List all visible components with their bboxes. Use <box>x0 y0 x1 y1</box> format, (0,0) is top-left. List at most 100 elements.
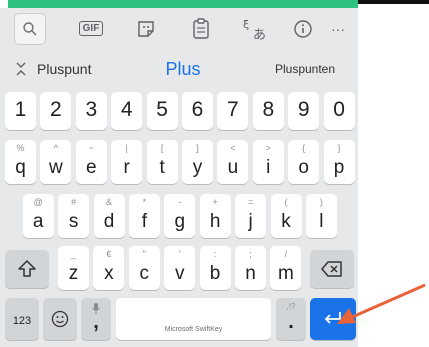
key-symbol: ^ <box>53 143 58 153</box>
key-label: z <box>68 263 79 284</box>
key-2[interactable]: 2 <box>40 92 72 130</box>
collapse-suggestions-button[interactable] <box>8 52 34 86</box>
key-label: 3 <box>85 98 98 121</box>
symbols-key-label: 123 <box>12 315 32 327</box>
key-symbol: ; <box>249 249 252 259</box>
key-symbol: / <box>284 249 288 259</box>
search-button[interactable] <box>14 8 46 49</box>
gif-icon: GIF <box>78 21 104 36</box>
key-symbol: " <box>142 249 146 259</box>
key-y[interactable]: ] y <box>182 140 213 184</box>
suggestion-center[interactable]: Plus <box>143 52 223 86</box>
enter-key[interactable] <box>310 298 356 340</box>
key-9[interactable]: 9 <box>288 92 320 130</box>
key-s[interactable]: # s <box>58 194 90 238</box>
key-symbol: _ <box>70 249 76 259</box>
key-label: x <box>104 263 114 284</box>
key-label: m <box>277 263 294 284</box>
comma-key[interactable]: , <box>81 298 111 340</box>
clipboard-button[interactable] <box>186 8 216 49</box>
key-symbol: + <box>212 197 218 207</box>
sticker-icon <box>138 20 154 37</box>
gif-button[interactable]: GIF <box>76 8 106 49</box>
key-a[interactable]: @ a <box>22 194 54 238</box>
key-label: v <box>174 263 185 284</box>
period-key-sub: ,!? <box>286 302 296 311</box>
key-label: 7 <box>227 98 239 121</box>
suggestion-left[interactable]: Pluspunt <box>37 52 117 86</box>
key-1[interactable]: 1 <box>5 92 36 130</box>
key-symbol: : <box>213 249 217 259</box>
translator-button[interactable]: ξ あ <box>240 8 270 49</box>
info-icon <box>294 19 312 38</box>
key-d[interactable]: & d <box>93 194 125 238</box>
key-label: 0 <box>333 98 345 121</box>
suggestion-right[interactable]: Pluspunten <box>255 52 355 86</box>
key-symbol: * <box>142 197 147 207</box>
key-f[interactable]: * f <box>128 194 160 238</box>
more-button[interactable]: ··· <box>318 8 358 49</box>
sticker-button[interactable] <box>131 8 161 49</box>
emoji-key[interactable] <box>43 298 77 340</box>
key-b[interactable]: :b <box>199 246 231 290</box>
clipboard-icon <box>193 17 209 39</box>
suggestion-bar: Pluspunt Plus Pluspunten <box>0 52 358 86</box>
key-label: t <box>159 157 165 178</box>
key-o[interactable]: {o <box>288 140 320 184</box>
key-symbol: ' <box>178 249 181 259</box>
key-label: d <box>103 211 115 232</box>
key-symbol: ~ <box>88 143 94 153</box>
key-8[interactable]: 8 <box>252 92 284 130</box>
key-l[interactable]: ) l <box>305 194 337 238</box>
key-label: 2 <box>50 98 62 121</box>
key-4[interactable]: 4 <box>111 92 143 130</box>
key-p[interactable]: } p <box>323 140 355 184</box>
key-label: k <box>281 211 291 232</box>
key-u[interactable]: < u <box>217 140 249 184</box>
key-g[interactable]: -g <box>164 194 196 238</box>
space-bar[interactable]: Microsoft SwiftKey <box>116 298 271 340</box>
key-3[interactable]: 3 <box>75 92 107 130</box>
key-j[interactable]: = j <box>235 194 267 238</box>
space-bar-label: Microsoft SwiftKey <box>164 326 223 333</box>
shift-key[interactable] <box>5 250 49 288</box>
more-icon: ··· <box>331 20 345 37</box>
key-symbol: @ <box>33 197 43 207</box>
search-icon <box>14 12 46 45</box>
period-key[interactable]: ,!? . <box>276 298 306 340</box>
key-r[interactable]: | r <box>111 140 143 184</box>
emoji-icon <box>51 310 69 328</box>
key-label: g <box>174 211 186 232</box>
key-label: a <box>32 211 44 232</box>
key-5[interactable]: 5 <box>146 92 178 130</box>
key-label: 8 <box>262 98 275 121</box>
key-6[interactable]: 6 <box>182 92 213 130</box>
key-label: 1 <box>14 98 27 121</box>
key-x[interactable]: € x <box>93 246 125 290</box>
key-k[interactable]: (k <box>270 194 302 238</box>
key-symbol: ] <box>196 143 199 153</box>
key-0[interactable]: 0 <box>323 92 355 130</box>
key-h[interactable]: + h <box>199 194 231 238</box>
key-m[interactable]: / m <box>270 246 302 290</box>
key-n[interactable]: ; n <box>235 246 266 290</box>
key-label: n <box>245 263 256 284</box>
key-label: i <box>266 157 271 178</box>
key-symbol: # <box>71 197 77 207</box>
symbols-key[interactable]: 123 <box>5 298 39 340</box>
key-z[interactable]: _ z <box>58 246 89 290</box>
backspace-key[interactable] <box>310 250 354 288</box>
key-label: p <box>333 157 345 178</box>
key-t[interactable]: [t <box>146 140 178 184</box>
key-i[interactable]: > i <box>252 140 284 184</box>
key-symbol: € <box>106 249 112 259</box>
key-7[interactable]: 7 <box>217 92 249 130</box>
info-button[interactable] <box>288 8 318 49</box>
key-q[interactable]: % q <box>5 140 36 184</box>
key-label: j <box>248 211 253 232</box>
key-c[interactable]: " c <box>128 246 160 290</box>
key-e[interactable]: ~ e <box>75 140 107 184</box>
key-w[interactable]: ^ w <box>40 140 72 184</box>
key-symbol: ) <box>319 197 323 207</box>
key-v[interactable]: ' v <box>164 246 196 290</box>
